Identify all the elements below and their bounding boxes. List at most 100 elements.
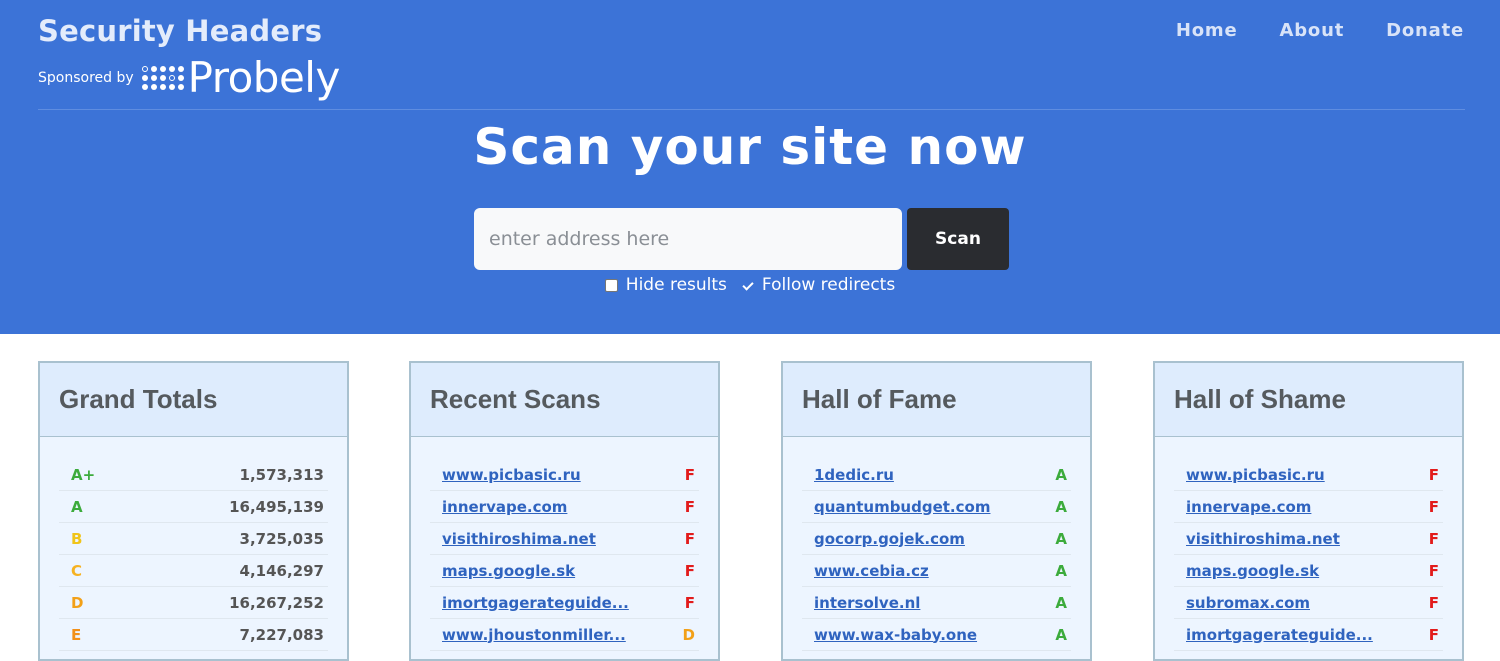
grade-label: A (71, 497, 83, 516)
hide-results-label: Hide results (625, 275, 727, 295)
nav-donate-link[interactable]: Donate (1386, 20, 1464, 41)
hide-results-option[interactable]: Hide results (604, 275, 727, 295)
scan-button[interactable]: Scan (907, 208, 1009, 270)
follow-redirects-option[interactable]: Follow redirects (740, 275, 896, 295)
site-link[interactable]: visithiroshima.net (1186, 530, 1340, 548)
site-link[interactable]: www.picbasic.ru (442, 466, 581, 484)
fame-row: gocorp.gojek.com A (802, 523, 1071, 555)
total-row: E 7,227,083 (59, 619, 328, 651)
grade-count: 16,495,139 (229, 497, 324, 516)
grade-count: 3,725,035 (239, 529, 324, 548)
grade-label: F (1428, 497, 1439, 516)
site-title[interactable]: Security Headers (38, 14, 322, 48)
panel-header: Hall of Shame (1155, 363, 1462, 437)
recent-scans-list: www.picbasic.ru F innervape.com F visithir… (411, 437, 718, 651)
recent-scans-panel: Recent Scans www.picbasic.ru F innervape.… (409, 361, 720, 661)
sponsor-label: Sponsored by (38, 70, 134, 86)
nav-about-link[interactable]: About (1280, 20, 1345, 41)
site-link[interactable]: imortgagerateguide... (1186, 626, 1373, 644)
grade-label: A (1055, 593, 1067, 612)
site-link[interactable]: gocorp.gojek.com (814, 530, 965, 548)
grade-label: F (684, 497, 695, 516)
shame-row: innervape.com F (1174, 491, 1443, 523)
site-link[interactable]: www.jhoustonmiller... (442, 626, 626, 644)
grade-label: F (1428, 561, 1439, 580)
grade-count: 4,146,297 (239, 561, 324, 580)
main-nav: Home About Donate (1176, 20, 1464, 41)
shame-row: imortgagerateguide... F (1174, 619, 1443, 651)
grade-label: F (684, 465, 695, 484)
total-row: A 16,495,139 (59, 491, 328, 523)
fame-row: quantumbudget.com A (802, 491, 1071, 523)
site-link[interactable]: maps.google.sk (1186, 562, 1319, 580)
scan-options: Hide results Follow redirects (0, 275, 1500, 295)
grade-label: F (684, 529, 695, 548)
site-link[interactable]: maps.google.sk (442, 562, 575, 580)
site-link[interactable]: www.wax-baby.one (814, 626, 977, 644)
scan-row: www.picbasic.ru F (430, 459, 699, 491)
site-link[interactable]: visithiroshima.net (442, 530, 596, 548)
panel-title: Grand Totals (59, 384, 218, 414)
sponsor-logo[interactable]: Probely (188, 57, 341, 99)
fame-row: 1dedic.ru A (802, 459, 1071, 491)
scan-row: visithiroshima.net F (430, 523, 699, 555)
grade-label: F (684, 561, 695, 580)
scan-row: maps.google.sk F (430, 555, 699, 587)
fame-row: www.cebia.cz A (802, 555, 1071, 587)
site-link[interactable]: imortgagerateguide... (442, 594, 629, 612)
scan-row: www.jhoustonmiller... D (430, 619, 699, 651)
address-input[interactable] (474, 208, 902, 270)
grade-label: D (682, 625, 695, 644)
panel-header: Grand Totals (40, 363, 347, 437)
site-link[interactable]: www.picbasic.ru (1186, 466, 1325, 484)
total-row: B 3,725,035 (59, 523, 328, 555)
site-link[interactable]: www.cebia.cz (814, 562, 929, 580)
fame-row: intersolve.nl A (802, 587, 1071, 619)
grade-label: F (684, 593, 695, 612)
hall-of-fame-panel: Hall of Fame 1dedic.ru A quantumbudget.co… (781, 361, 1092, 661)
grade-count: 1,573,313 (239, 465, 324, 484)
follow-redirects-checkbox[interactable] (740, 278, 754, 292)
hide-results-checkbox[interactable] (604, 278, 618, 292)
site-link[interactable]: innervape.com (442, 498, 567, 516)
grade-count: 16,267,252 (229, 593, 324, 612)
grade-count: 7,227,083 (239, 625, 324, 644)
hall-of-shame-list: www.picbasic.ru F innervape.com F visithir… (1155, 437, 1462, 651)
nav-home-link[interactable]: Home (1176, 20, 1238, 41)
grade-label: B (71, 529, 83, 548)
scan-row: innervape.com F (430, 491, 699, 523)
shame-row: visithiroshima.net F (1174, 523, 1443, 555)
hero-banner: Security Headers Sponsored by Probely Ho… (0, 0, 1500, 334)
site-link[interactable]: 1dedic.ru (814, 466, 894, 484)
shame-row: www.picbasic.ru F (1174, 459, 1443, 491)
site-link[interactable]: intersolve.nl (814, 594, 920, 612)
fame-row: www.wax-baby.one A (802, 619, 1071, 651)
grand-totals-panel: Grand Totals A+ 1,573,313 A 16,495,139 B 3,… (38, 361, 349, 661)
follow-redirects-label: Follow redirects (761, 275, 896, 295)
hall-of-fame-list: 1dedic.ru A quantumbudget.com A gocorp.goj… (783, 437, 1090, 651)
grade-label: A (1055, 561, 1067, 580)
shame-row: maps.google.sk F (1174, 555, 1443, 587)
grade-label: A+ (71, 465, 96, 484)
page-headline: Scan your site now (473, 118, 1027, 176)
panel-header: Recent Scans (411, 363, 718, 437)
shame-row: subromax.com F (1174, 587, 1443, 619)
grade-label: F (1428, 625, 1439, 644)
site-link[interactable]: innervape.com (1186, 498, 1311, 516)
grade-label: A (1055, 625, 1067, 644)
site-link[interactable]: subromax.com (1186, 594, 1310, 612)
panel-title: Hall of Fame (802, 384, 957, 414)
probely-logo-icon[interactable] (141, 66, 184, 90)
total-row: D 16,267,252 (59, 587, 328, 619)
grade-label: D (71, 593, 84, 612)
grade-label: A (1055, 529, 1067, 548)
total-row: A+ 1,573,313 (59, 459, 328, 491)
grade-label: A (1055, 497, 1067, 516)
hall-of-shame-panel: Hall of Shame www.picbasic.ru F innervape… (1153, 361, 1464, 661)
grade-label: F (1428, 529, 1439, 548)
panel-title: Recent Scans (430, 384, 601, 414)
grade-label: A (1055, 465, 1067, 484)
grade-label: F (1428, 593, 1439, 612)
site-link[interactable]: quantumbudget.com (814, 498, 990, 516)
panel-title: Hall of Shame (1174, 384, 1346, 414)
